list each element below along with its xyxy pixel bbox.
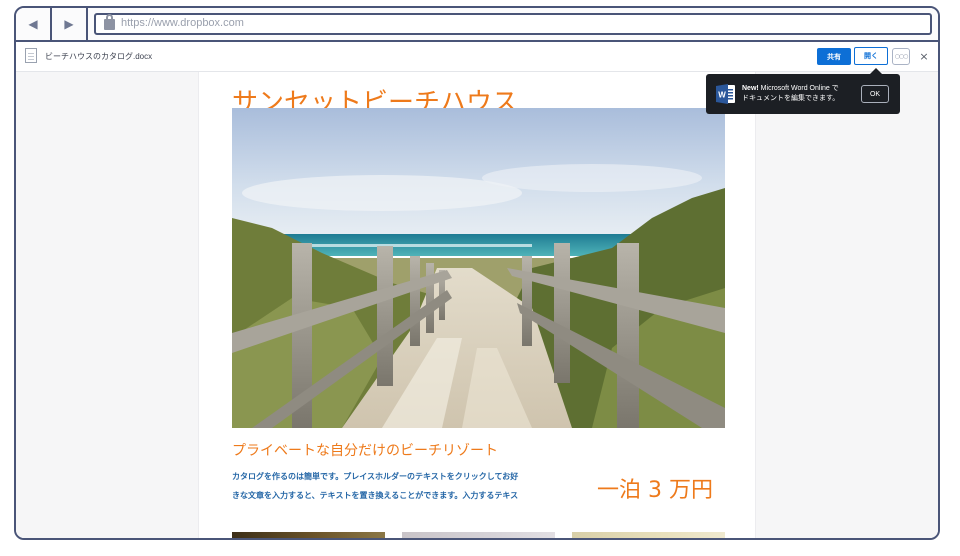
body-line: きな文章を入力すると、テキストを置き換えることができます。入力するテキス xyxy=(232,491,519,500)
tooltip-message: New! Microsoft Word Online で ドキュメントを編集でき… xyxy=(742,84,839,104)
document-file-icon xyxy=(25,48,37,63)
svg-text:W: W xyxy=(718,91,726,100)
beach-boardwalk-photo xyxy=(232,108,725,428)
share-button[interactable]: 共有 xyxy=(817,48,851,65)
price-text: 一泊 3 万円 xyxy=(597,478,713,503)
lock-icon xyxy=(104,14,115,30)
body-line: カタログを作るのは簡単です。プレイスホルダーのテキストをクリックしてお好 xyxy=(232,472,519,481)
address-bar[interactable]: https://www.dropbox.com xyxy=(94,13,932,35)
browser-toolbar: ◀ ▶ https://www.dropbox.com xyxy=(16,8,938,42)
open-button[interactable]: 開く xyxy=(854,47,888,65)
url-text: https://www.dropbox.com xyxy=(121,17,244,29)
chevron-left-icon: ◀ xyxy=(28,17,38,31)
forward-button[interactable]: ▶ xyxy=(52,8,88,40)
preview-header: ビーチハウスのカタログ.docx 共有 開く ○○○ × xyxy=(16,42,938,72)
thumbnail-photo xyxy=(232,532,385,538)
ok-button[interactable]: OK xyxy=(861,85,889,103)
tooltip-line1: Microsoft Word Online で xyxy=(758,85,839,92)
tooltip-line2: ドキュメントを編集できます。 xyxy=(742,95,840,102)
document-body-text: カタログを作るのは簡単です。プレイスホルダーのテキストをクリックしてお好 きな文… xyxy=(232,467,542,505)
tooltip-new-label: New! xyxy=(742,85,759,92)
document-page: サンセットビーチハウス プライベートな自分だけのビーチリゾート カタログを作るの… xyxy=(198,72,756,538)
browser-window: ◀ ▶ https://www.dropbox.com ビーチハウスのカタログ.… xyxy=(14,6,940,540)
word-online-tooltip: W New! Microsoft Word Online で ドキュメントを編集… xyxy=(706,68,900,114)
thumbnail-photo xyxy=(572,532,725,538)
word-icon: W xyxy=(716,84,735,104)
more-options-button[interactable]: ○○○ xyxy=(892,48,910,65)
thumbnail-photo xyxy=(402,532,555,538)
document-subtitle: プライベートな自分だけのビーチリゾート xyxy=(232,443,498,459)
file-name: ビーチハウスのカタログ.docx xyxy=(45,52,153,61)
document-viewer[interactable]: サンセットビーチハウス プライベートな自分だけのビーチリゾート カタログを作るの… xyxy=(16,72,938,538)
close-icon[interactable]: × xyxy=(918,49,930,63)
chevron-right-icon: ▶ xyxy=(64,17,74,31)
back-button[interactable]: ◀ xyxy=(16,8,52,40)
